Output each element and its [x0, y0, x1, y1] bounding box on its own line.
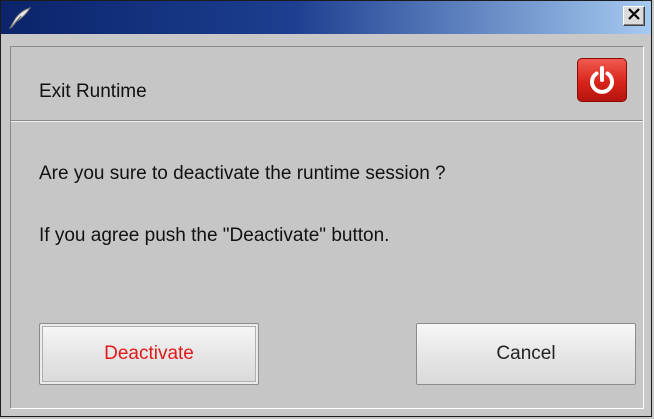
- dialog-content: Exit Runtime Are you sure to deactivate …: [10, 46, 644, 409]
- cancel-button[interactable]: Cancel: [416, 323, 636, 385]
- deactivate-button-label: Deactivate: [104, 343, 194, 364]
- title-bar[interactable]: [1, 1, 651, 34]
- cancel-button-label: Cancel: [496, 343, 556, 364]
- power-icon: [577, 58, 627, 102]
- confirm-message: Are you sure to deactivate the runtime s…: [39, 163, 446, 184]
- dialog-window: Exit Runtime Are you sure to deactivate …: [0, 0, 652, 417]
- instruction-message: If you agree push the "Deactivate" butto…: [39, 225, 390, 246]
- feather-pen-icon: [7, 5, 33, 31]
- close-icon: [628, 7, 640, 25]
- deactivate-button[interactable]: Deactivate: [39, 323, 259, 385]
- dialog-title: Exit Runtime: [39, 81, 147, 102]
- header-divider: [11, 120, 643, 122]
- close-button[interactable]: [623, 6, 645, 26]
